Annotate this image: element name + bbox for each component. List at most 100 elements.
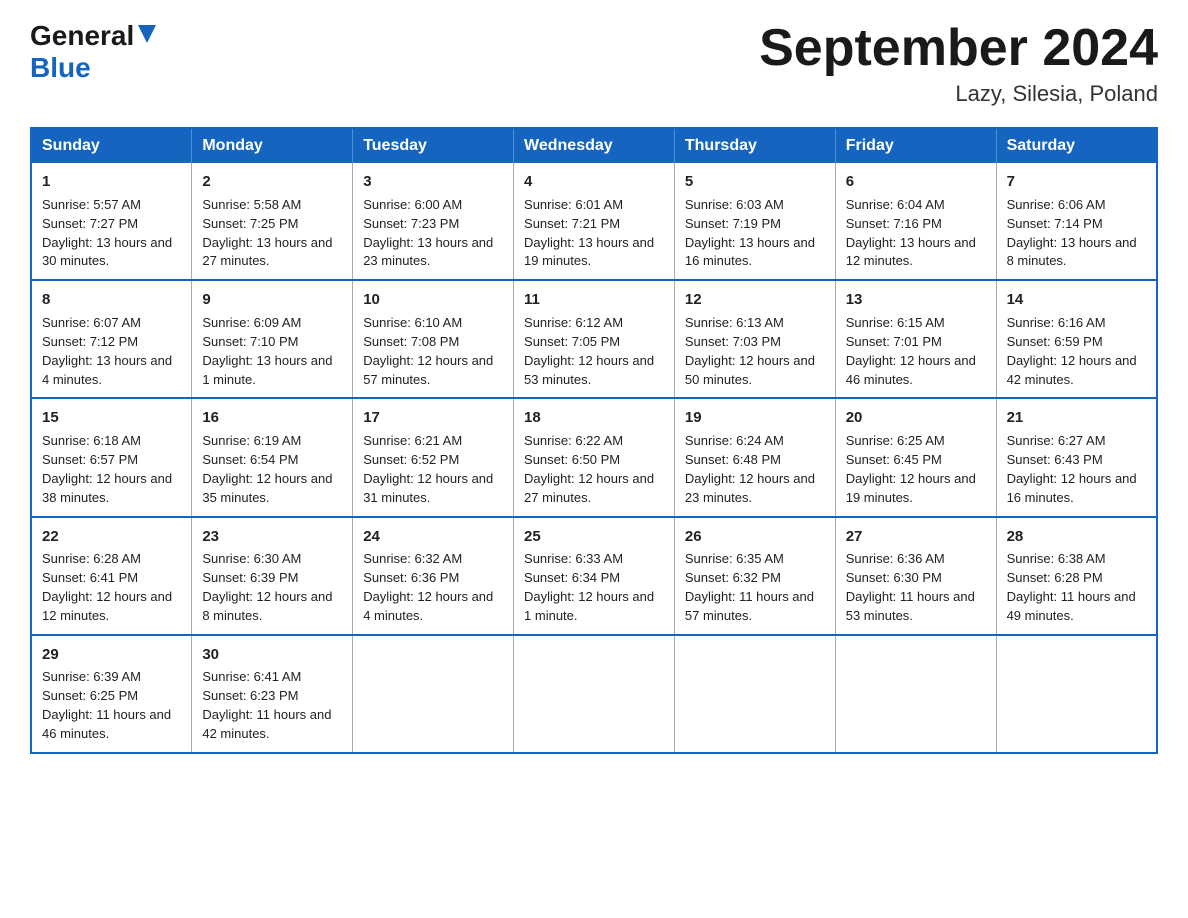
weekday-header-sunday: Sunday	[31, 128, 192, 163]
day-number: 1	[42, 171, 181, 193]
day-number: 14	[1007, 289, 1146, 311]
calendar-cell: 27 Sunrise: 6:36 AMSunset: 6:30 PMDayligh…	[835, 517, 996, 635]
calendar-cell: 5 Sunrise: 6:03 AMSunset: 7:19 PMDaylight…	[674, 163, 835, 280]
calendar-cell: 7Sunrise: 6:06 AMSunset: 7:14 PMDaylight…	[996, 163, 1157, 280]
calendar-week-1: 1 Sunrise: 5:57 AMSunset: 7:27 PMDaylight…	[31, 163, 1157, 280]
day-number: 19	[685, 407, 825, 429]
day-number: 13	[846, 289, 986, 311]
day-info: Sunrise: 6:07 AMSunset: 7:12 PMDaylight:…	[42, 315, 172, 387]
logo-blue-text: Blue	[30, 52, 91, 83]
day-number: 12	[685, 289, 825, 311]
calendar-cell: 20 Sunrise: 6:25 AMSunset: 6:45 PMDayligh…	[835, 398, 996, 516]
calendar-cell: 18Sunrise: 6:22 AMSunset: 6:50 PMDayligh…	[514, 398, 675, 516]
calendar-cell: 22Sunrise: 6:28 AMSunset: 6:41 PMDayligh…	[31, 517, 192, 635]
day-info: Sunrise: 6:09 AMSunset: 7:10 PMDaylight:…	[202, 315, 332, 387]
day-number: 6	[846, 171, 986, 193]
day-info: Sunrise: 5:57 AMSunset: 7:27 PMDaylight:…	[42, 197, 172, 269]
calendar-cell: 28Sunrise: 6:38 AMSunset: 6:28 PMDayligh…	[996, 517, 1157, 635]
location-text: Lazy, Silesia, Poland	[759, 81, 1158, 107]
day-info: Sunrise: 6:03 AMSunset: 7:19 PMDaylight:…	[685, 197, 815, 269]
calendar-cell: 30 Sunrise: 6:41 AMSunset: 6:23 PMDayligh…	[192, 635, 353, 753]
calendar-cell	[996, 635, 1157, 753]
calendar-cell	[674, 635, 835, 753]
day-info: Sunrise: 6:06 AMSunset: 7:14 PMDaylight:…	[1007, 197, 1137, 269]
day-info: Sunrise: 6:12 AMSunset: 7:05 PMDaylight:…	[524, 315, 654, 387]
day-number: 15	[42, 407, 181, 429]
day-number: 8	[42, 289, 181, 311]
day-info: Sunrise: 6:00 AMSunset: 7:23 PMDaylight:…	[363, 197, 493, 269]
calendar-cell: 3 Sunrise: 6:00 AMSunset: 7:23 PMDaylight…	[353, 163, 514, 280]
calendar-week-5: 29 Sunrise: 6:39 AMSunset: 6:25 PMDayligh…	[31, 635, 1157, 753]
day-info: Sunrise: 6:25 AMSunset: 6:45 PMDaylight:…	[846, 433, 976, 505]
calendar-week-2: 8 Sunrise: 6:07 AMSunset: 7:12 PMDaylight…	[31, 280, 1157, 398]
calendar-cell: 21 Sunrise: 6:27 AMSunset: 6:43 PMDayligh…	[996, 398, 1157, 516]
day-number: 23	[202, 526, 342, 548]
day-info: Sunrise: 6:33 AMSunset: 6:34 PMDaylight:…	[524, 551, 654, 623]
calendar-cell	[835, 635, 996, 753]
day-number: 10	[363, 289, 503, 311]
weekday-header-saturday: Saturday	[996, 128, 1157, 163]
calendar-cell: 24Sunrise: 6:32 AMSunset: 6:36 PMDayligh…	[353, 517, 514, 635]
day-info: Sunrise: 6:27 AMSunset: 6:43 PMDaylight:…	[1007, 433, 1137, 505]
calendar-cell	[353, 635, 514, 753]
day-number: 2	[202, 171, 342, 193]
day-info: Sunrise: 6:30 AMSunset: 6:39 PMDaylight:…	[202, 551, 332, 623]
day-info: Sunrise: 6:38 AMSunset: 6:28 PMDaylight:…	[1007, 551, 1136, 623]
calendar-cell: 9 Sunrise: 6:09 AMSunset: 7:10 PMDaylight…	[192, 280, 353, 398]
day-number: 27	[846, 526, 986, 548]
calendar-cell: 14 Sunrise: 6:16 AMSunset: 6:59 PMDayligh…	[996, 280, 1157, 398]
day-info: Sunrise: 6:04 AMSunset: 7:16 PMDaylight:…	[846, 197, 976, 269]
calendar-cell: 10 Sunrise: 6:10 AMSunset: 7:08 PMDayligh…	[353, 280, 514, 398]
day-info: Sunrise: 6:01 AMSunset: 7:21 PMDaylight:…	[524, 197, 654, 269]
day-info: Sunrise: 6:15 AMSunset: 7:01 PMDaylight:…	[846, 315, 976, 387]
day-number: 11	[524, 289, 664, 311]
calendar-cell: 17Sunrise: 6:21 AMSunset: 6:52 PMDayligh…	[353, 398, 514, 516]
day-number: 30	[202, 644, 342, 666]
calendar-cell: 12Sunrise: 6:13 AMSunset: 7:03 PMDayligh…	[674, 280, 835, 398]
day-number: 17	[363, 407, 503, 429]
day-number: 20	[846, 407, 986, 429]
calendar-cell: 4 Sunrise: 6:01 AMSunset: 7:21 PMDaylight…	[514, 163, 675, 280]
day-info: Sunrise: 6:35 AMSunset: 6:32 PMDaylight:…	[685, 551, 814, 623]
calendar-week-3: 15Sunrise: 6:18 AMSunset: 6:57 PMDayligh…	[31, 398, 1157, 516]
day-number: 26	[685, 526, 825, 548]
day-info: Sunrise: 6:10 AMSunset: 7:08 PMDaylight:…	[363, 315, 493, 387]
calendar-cell: 26 Sunrise: 6:35 AMSunset: 6:32 PMDayligh…	[674, 517, 835, 635]
day-number: 25	[524, 526, 664, 548]
calendar-cell: 6 Sunrise: 6:04 AMSunset: 7:16 PMDaylight…	[835, 163, 996, 280]
weekday-header-wednesday: Wednesday	[514, 128, 675, 163]
day-info: Sunrise: 6:19 AMSunset: 6:54 PMDaylight:…	[202, 433, 332, 505]
day-info: Sunrise: 6:36 AMSunset: 6:30 PMDaylight:…	[846, 551, 975, 623]
day-number: 29	[42, 644, 181, 666]
day-info: Sunrise: 6:24 AMSunset: 6:48 PMDaylight:…	[685, 433, 815, 505]
weekday-header-thursday: Thursday	[674, 128, 835, 163]
calendar-cell: 11 Sunrise: 6:12 AMSunset: 7:05 PMDayligh…	[514, 280, 675, 398]
calendar-cell	[514, 635, 675, 753]
weekday-header-tuesday: Tuesday	[353, 128, 514, 163]
day-info: Sunrise: 6:22 AMSunset: 6:50 PMDaylight:…	[524, 433, 654, 505]
calendar-cell: 1 Sunrise: 5:57 AMSunset: 7:27 PMDaylight…	[31, 163, 192, 280]
day-info: Sunrise: 6:39 AMSunset: 6:25 PMDaylight:…	[42, 669, 171, 741]
page-header: General Blue September 2024 Lazy, Silesi…	[30, 20, 1158, 107]
calendar-cell: 8 Sunrise: 6:07 AMSunset: 7:12 PMDaylight…	[31, 280, 192, 398]
day-info: Sunrise: 6:32 AMSunset: 6:36 PMDaylight:…	[363, 551, 493, 623]
title-block: September 2024 Lazy, Silesia, Poland	[759, 20, 1158, 107]
calendar-cell: 29 Sunrise: 6:39 AMSunset: 6:25 PMDayligh…	[31, 635, 192, 753]
weekday-header-friday: Friday	[835, 128, 996, 163]
day-number: 21	[1007, 407, 1146, 429]
day-info: Sunrise: 6:16 AMSunset: 6:59 PMDaylight:…	[1007, 315, 1137, 387]
day-number: 5	[685, 171, 825, 193]
weekday-header-monday: Monday	[192, 128, 353, 163]
calendar-cell: 2Sunrise: 5:58 AMSunset: 7:25 PMDaylight…	[192, 163, 353, 280]
day-number: 9	[202, 289, 342, 311]
calendar-week-4: 22Sunrise: 6:28 AMSunset: 6:41 PMDayligh…	[31, 517, 1157, 635]
calendar-table: SundayMondayTuesdayWednesdayThursdayFrid…	[30, 127, 1158, 754]
month-title: September 2024	[759, 20, 1158, 77]
logo: General Blue	[30, 20, 156, 84]
calendar-cell: 13 Sunrise: 6:15 AMSunset: 7:01 PMDayligh…	[835, 280, 996, 398]
day-number: 4	[524, 171, 664, 193]
day-info: Sunrise: 6:41 AMSunset: 6:23 PMDaylight:…	[202, 669, 331, 741]
weekday-header-row: SundayMondayTuesdayWednesdayThursdayFrid…	[31, 128, 1157, 163]
day-number: 3	[363, 171, 503, 193]
day-number: 16	[202, 407, 342, 429]
